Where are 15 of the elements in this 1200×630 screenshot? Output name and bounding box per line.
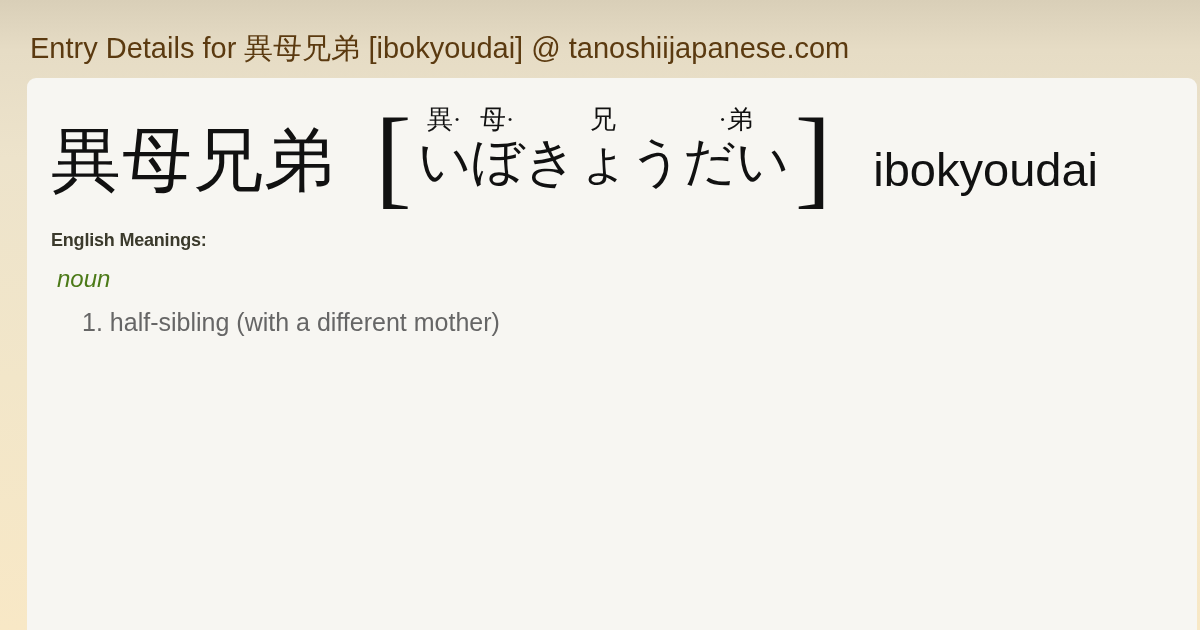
sense-text: half-sibling (with a different mother) [109, 307, 500, 338]
part-of-speech: noun [57, 264, 112, 294]
kana-reading: ぼ [470, 136, 524, 188]
meanings-label: English Meanings: [51, 230, 208, 252]
kanji-annotation: 異· [426, 107, 462, 133]
page-title: Entry Details for 異母兄弟 [ibokyoudai] @ tanoshiijapanese.com [30, 30, 850, 66]
kanji-annotation: ·弟 [718, 107, 753, 133]
kanji-annotation: 母· [479, 107, 515, 133]
kana-reading: だい [682, 136, 789, 188]
opening-bracket: [ [375, 102, 412, 212]
sense-number: 1. [82, 307, 103, 338]
closing-bracket: ] [794, 102, 832, 212]
headword: 異母兄弟 [51, 126, 335, 196]
kana-reading: い [417, 136, 471, 188]
kanji-annotation: 兄 [590, 107, 617, 133]
